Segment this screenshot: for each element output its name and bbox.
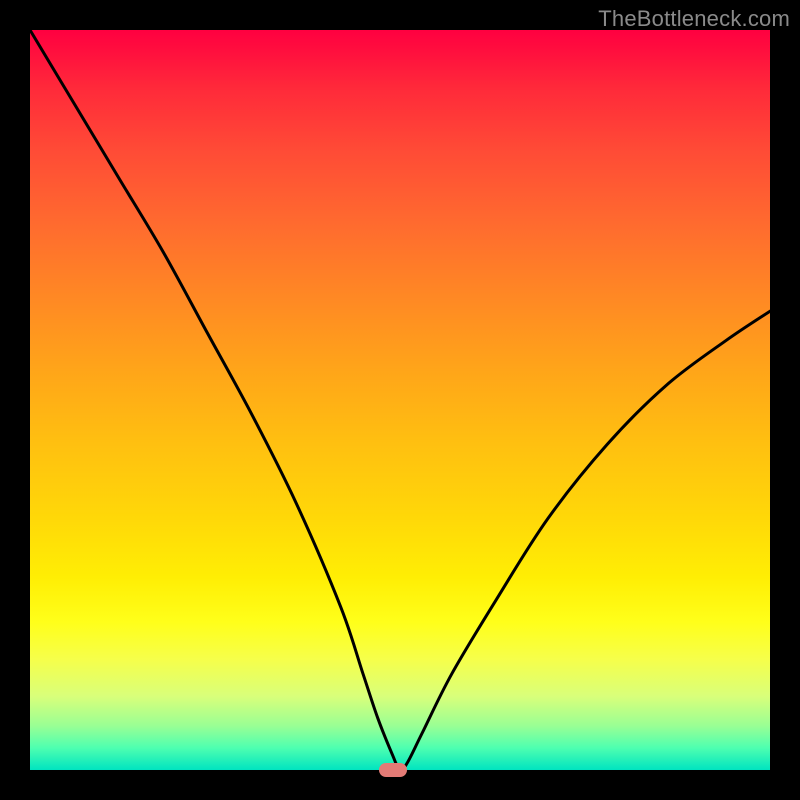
optimum-marker: [379, 763, 407, 777]
bottleneck-curve-path: [30, 30, 770, 770]
curve-layer: [30, 30, 770, 770]
chart-container: TheBottleneck.com: [0, 0, 800, 800]
watermark-text: TheBottleneck.com: [598, 6, 790, 32]
plot-area: [30, 30, 770, 770]
